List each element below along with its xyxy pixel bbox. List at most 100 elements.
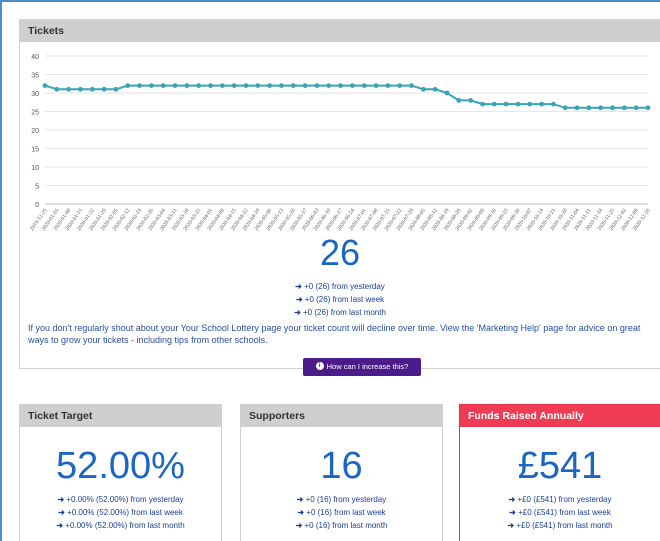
y-tick-label: 20 — [31, 128, 39, 135]
data-point — [574, 105, 580, 111]
data-point — [208, 83, 213, 88]
y-tick-label: 35 — [31, 73, 39, 80]
data-point — [219, 83, 225, 88]
data-point — [444, 90, 450, 96]
data-point — [645, 105, 651, 111]
tickets-panel: Tickets 0 5 10 15 20 25 30 35 40 2019-12-25 2020-0… — [19, 19, 660, 376]
data-point — [397, 83, 403, 88]
change-text: +0 (16) from yesterday — [305, 495, 387, 504]
data-point — [621, 105, 627, 111]
ticket-target-panel: Ticket Target 52.00% ➜ +0.00% (52.00%) f… — [19, 404, 222, 541]
data-point — [184, 83, 190, 88]
arrow-right-icon: ➜ — [508, 495, 516, 504]
arrow-right-icon: ➜ — [296, 495, 304, 504]
change-text: +£0 (£541) from last month — [516, 521, 613, 530]
series-line — [44, 84, 648, 109]
arrow-right-icon: ➜ — [58, 508, 65, 517]
change-text: +0 (26) from yesterday — [304, 282, 385, 291]
change-text: +£0 (£541) from yesterday — [517, 495, 612, 504]
info-icon: i — [315, 362, 324, 371]
data-point — [231, 83, 237, 88]
y-tick-label: 0 — [35, 202, 39, 209]
funds-change-month: ➜ +£0 (£541) from last month — [460, 521, 660, 530]
supporters-header: Supporters — [241, 405, 442, 427]
data-point — [314, 83, 320, 88]
arrow-right-icon: ➜ — [509, 508, 516, 517]
y-tick-label: 10 — [31, 165, 39, 172]
change-text: +0 (16) from last month — [304, 521, 388, 530]
y-tick-label: 40 — [31, 54, 39, 61]
y-tick-label: 5 — [35, 184, 39, 191]
data-point — [255, 83, 261, 88]
ticket-count: 26 — [319, 232, 361, 273]
data-point — [491, 101, 497, 107]
data-point — [361, 83, 367, 88]
arrow-right-icon: ➜ — [295, 282, 302, 291]
data-point — [42, 83, 48, 88]
data-point — [66, 86, 72, 92]
ticket-target-value: 52.00% — [56, 445, 185, 487]
ticket-target-header: Ticket Target — [20, 405, 221, 427]
data-point — [338, 83, 343, 88]
tickets-line-chart: 05101520253035402019-12-252020-01-012020… — [29, 54, 652, 232]
data-point — [172, 83, 178, 88]
data-point — [586, 105, 592, 111]
data-point — [78, 86, 83, 92]
data-point — [385, 83, 391, 88]
data-point — [503, 101, 509, 107]
arrow-right-icon: ➜ — [57, 495, 65, 504]
supporters-value: 16 — [320, 445, 363, 487]
funds-value: £541 — [517, 445, 603, 487]
supporters-change-month: ➜ +0 (16) from last month — [241, 521, 442, 530]
funds-panel: Funds Raised Annually £541 ➜ +£0 (£541) … — [459, 404, 660, 541]
change-text: +0.00% (52.00%) from yesterday — [66, 495, 184, 504]
data-point — [101, 86, 107, 92]
data-point — [539, 101, 544, 107]
data-point — [562, 105, 568, 111]
change-text: +0.00% (52.00%) from last month — [65, 521, 185, 530]
data-point — [633, 105, 639, 111]
data-point — [598, 105, 604, 111]
arrow-right-icon: ➜ — [294, 308, 301, 317]
funds-change-week: ➜ +£0 (£541) from last week — [460, 508, 660, 517]
data-point — [89, 86, 95, 92]
ticket-change-week: ➜ +0 (26) from last week — [20, 295, 660, 304]
change-text: +0 (26) from last week — [304, 295, 385, 304]
data-point — [468, 98, 474, 103]
data-point — [373, 83, 379, 88]
funds-change-yesterday: ➜ +£0 (£541) from yesterday — [460, 495, 660, 504]
data-point — [279, 83, 284, 88]
ticket-change-month: ➜ +0 (26) from last month — [20, 308, 660, 317]
data-point — [196, 83, 202, 88]
tickets-description: If you don't regularly shout about your … — [28, 323, 641, 345]
button-label: How can I increase this? — [326, 362, 409, 371]
data-point — [160, 83, 166, 88]
data-point — [551, 101, 556, 107]
data-point — [420, 86, 426, 92]
change-text: +£0 (£541) from last week — [518, 508, 611, 517]
data-point — [432, 86, 438, 92]
funds-header: Funds Raised Annually — [460, 405, 660, 427]
data-point — [149, 83, 154, 88]
data-point — [350, 83, 355, 88]
tickets-header: Tickets — [20, 20, 660, 42]
increase-tickets-button[interactable]: i How can I increase this? — [303, 358, 421, 376]
data-point — [267, 83, 273, 88]
data-point — [137, 83, 142, 88]
data-point — [610, 105, 615, 111]
target-change-week: ➜ +0.00% (52.00%) from last week — [20, 508, 221, 517]
data-point — [290, 83, 296, 88]
data-point — [480, 101, 485, 107]
data-point — [527, 101, 533, 107]
ticket-change-yesterday: ➜ +0 (26) from yesterday — [20, 282, 660, 291]
arrow-right-icon: ➜ — [56, 521, 64, 530]
target-change-month: ➜ +0.00% (52.00%) from last month — [20, 521, 221, 530]
supporters-change-yesterday: ➜ +0 (16) from yesterday — [241, 495, 442, 504]
arrow-right-icon: ➜ — [507, 521, 515, 530]
data-point — [409, 83, 414, 88]
arrow-right-icon: ➜ — [295, 295, 303, 304]
data-point — [515, 101, 521, 107]
y-tick-label: 15 — [31, 147, 39, 154]
change-text: +0 (26) from last month — [303, 308, 386, 317]
y-tick-label: 25 — [31, 110, 39, 117]
